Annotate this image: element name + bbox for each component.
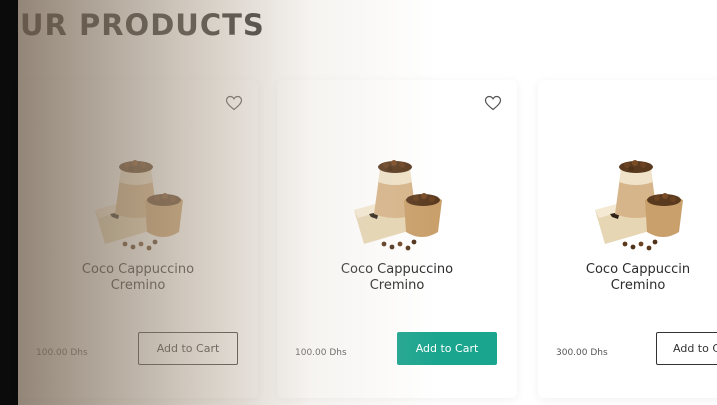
- product-price: 300.00 Dhs: [556, 348, 608, 358]
- product-name[interactable]: Coco Cappuccin Cremino: [538, 262, 717, 294]
- product-price: 100.00 Dhs: [36, 348, 88, 358]
- product-name[interactable]: Coco Cappuccino Cremino: [277, 262, 517, 294]
- product-name-line2: Cremino: [110, 278, 166, 293]
- product-name-line2: Cremino: [369, 278, 425, 293]
- product-name-line2: Cremino: [610, 278, 666, 293]
- add-to-cart-button[interactable]: Add to Cart: [397, 332, 497, 365]
- product-image-icon[interactable]: [342, 152, 452, 252]
- product-image-icon[interactable]: [83, 152, 193, 252]
- product-card[interactable]: Coco Cappuccino Cremino 100.00 Dhs Add t…: [277, 80, 517, 398]
- product-name-line1: Coco Cappuccino: [340, 262, 454, 277]
- product-name[interactable]: Coco Cappuccino Cremino: [18, 262, 258, 294]
- section-title: UR PRODUCTS: [20, 8, 265, 42]
- heart-icon[interactable]: [484, 95, 502, 111]
- left-edge-bar: [0, 0, 18, 405]
- product-card[interactable]: Coco Cappuccin Cremino 300.00 Dhs Add to…: [538, 80, 717, 398]
- add-to-cart-button[interactable]: Add to Cart: [138, 332, 238, 365]
- heart-icon[interactable]: [225, 95, 243, 111]
- product-price: 100.00 Dhs: [295, 348, 347, 358]
- products-section: UR PRODUCTS Coco Cappuccino Cremino 100.…: [0, 0, 717, 405]
- product-name-line1: Coco Cappuccino: [81, 262, 195, 277]
- product-image-icon[interactable]: [583, 152, 693, 252]
- add-to-cart-button[interactable]: Add to C: [656, 332, 717, 365]
- product-card[interactable]: Coco Cappuccino Cremino 100.00 Dhs Add t…: [18, 80, 258, 398]
- product-name-line1: Coco Cappuccin: [585, 262, 691, 277]
